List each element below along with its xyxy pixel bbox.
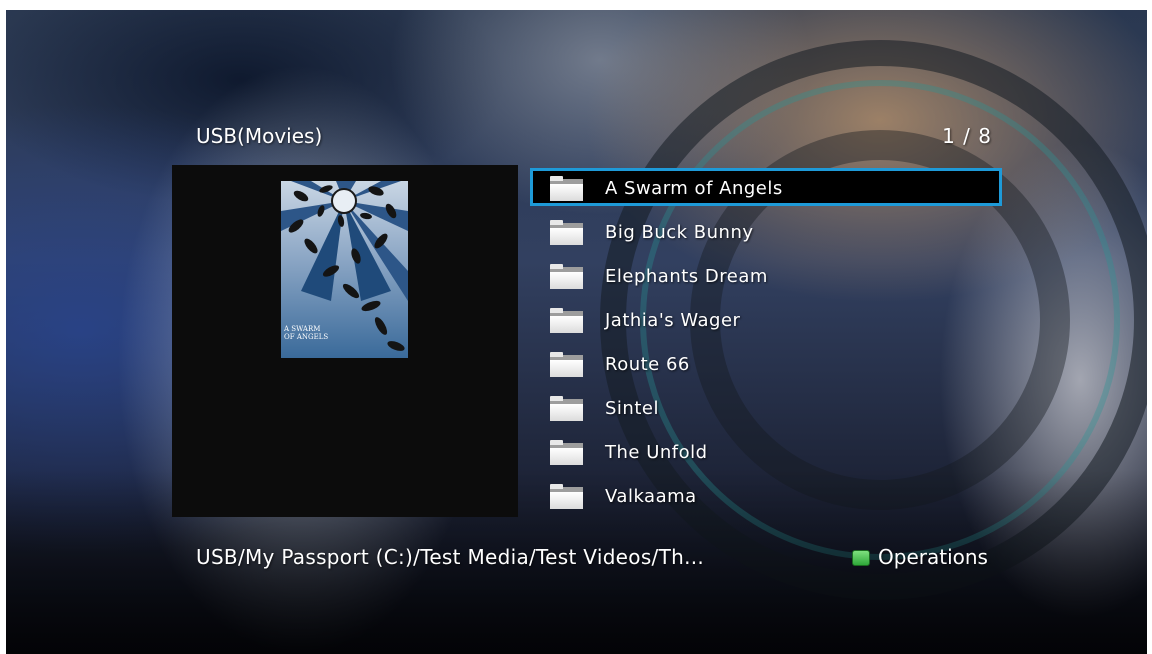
list-item-label: Valkaama bbox=[605, 485, 697, 507]
folder-icon bbox=[550, 439, 583, 465]
list-item-label: Elephants Dream bbox=[605, 265, 768, 287]
list-item[interactable]: The Unfold bbox=[530, 430, 1006, 474]
list-item-label: Sintel bbox=[605, 397, 659, 419]
operations-label: Operations bbox=[878, 545, 988, 569]
list-item[interactable]: Elephants Dream bbox=[530, 254, 1006, 298]
list-item[interactable]: Jathia's Wager bbox=[530, 298, 1006, 342]
frame-edge bbox=[0, 0, 6, 654]
list-item[interactable]: Route 66 bbox=[530, 342, 1006, 386]
breadcrumb: USB/My Passport (C:)/Test Media/Test Vid… bbox=[196, 545, 705, 569]
list-item[interactable]: Sintel bbox=[530, 386, 1006, 430]
list-item-label: A Swarm of Angels bbox=[605, 177, 783, 199]
page-title: USB(Movies) bbox=[196, 124, 323, 148]
folder-icon bbox=[550, 219, 583, 245]
folder-icon bbox=[550, 263, 583, 289]
folder-icon bbox=[550, 307, 583, 333]
folder-icon bbox=[550, 351, 583, 377]
folder-icon bbox=[550, 395, 583, 421]
media-browser-screen: USB(Movies) 1 / 8 A SWARM OF ANGELS A Sw… bbox=[0, 0, 1152, 654]
operations-button[interactable]: Operations bbox=[852, 545, 988, 569]
frame-edge bbox=[1147, 0, 1152, 654]
folder-icon bbox=[550, 175, 583, 201]
poster-title-text: A Swarm of Angels bbox=[284, 325, 329, 341]
page-counter: 1 / 8 bbox=[942, 124, 992, 148]
list-item-label: Route 66 bbox=[605, 353, 690, 375]
list-item-label: Jathia's Wager bbox=[605, 309, 741, 331]
folder-icon bbox=[550, 483, 583, 509]
file-list: A Swarm of Angels Big Buck Bunny Elephan… bbox=[530, 166, 1006, 518]
frame-edge bbox=[0, 0, 1152, 10]
list-item[interactable]: A Swarm of Angels bbox=[530, 166, 1006, 210]
green-key-icon bbox=[852, 550, 870, 566]
list-item-label: The Unfold bbox=[605, 441, 708, 463]
preview-panel: A Swarm of Angels bbox=[172, 165, 518, 517]
list-item[interactable]: Big Buck Bunny bbox=[530, 210, 1006, 254]
list-item-label: Big Buck Bunny bbox=[605, 221, 754, 243]
list-item[interactable]: Valkaama bbox=[530, 474, 1006, 518]
movie-poster: A Swarm of Angels bbox=[281, 181, 408, 358]
